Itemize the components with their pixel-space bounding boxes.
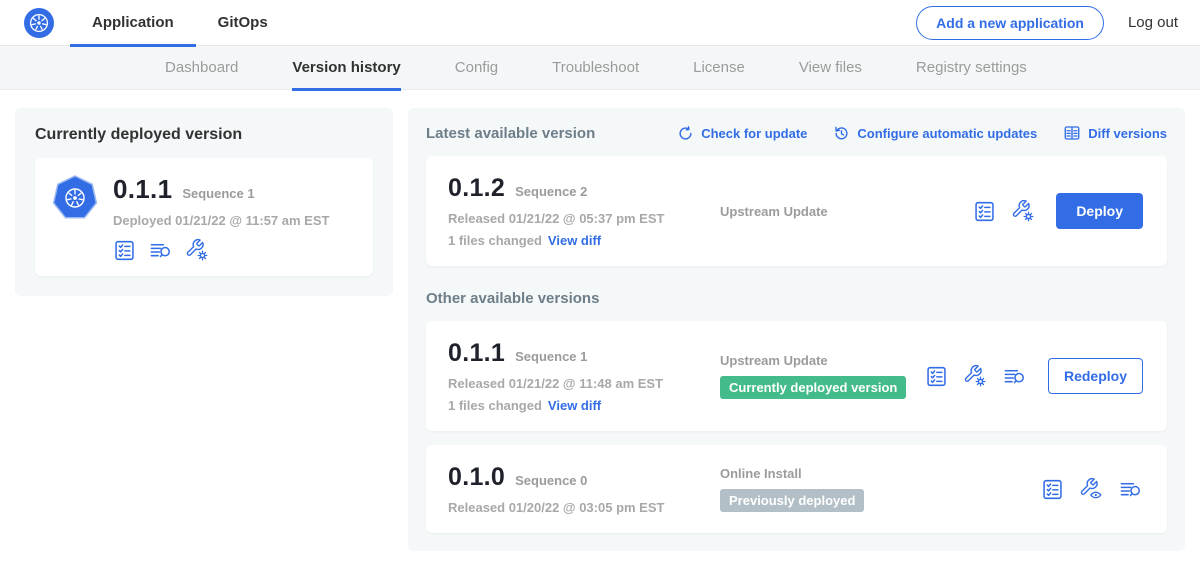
currently-deployed-title: Currently deployed version	[35, 126, 373, 144]
refresh-icon	[677, 125, 694, 142]
currently-deployed-badge: Currently deployed version	[720, 376, 906, 399]
edit-config-icon[interactable]	[1011, 199, 1035, 223]
released-timestamp: Released 01/20/22 @ 03:05 pm EST	[448, 500, 698, 515]
view-diff-link[interactable]: View diff	[548, 233, 601, 248]
sequence-label: Sequence 0	[515, 473, 587, 488]
logout-button[interactable]: Log out	[1128, 14, 1178, 31]
version-history-panel: Latest available version Check for updat…	[408, 108, 1185, 551]
released-timestamp: Released 01/21/22 @ 05:37 pm EST	[448, 211, 698, 226]
diff-icon	[1063, 124, 1081, 142]
subnav-registry-settings[interactable]: Registry settings	[916, 46, 1027, 90]
other-versions-title: Other available versions	[426, 290, 1167, 307]
deployed-version-number: 0.1.1	[113, 174, 172, 205]
preflight-checks-icon[interactable]	[925, 365, 948, 388]
preflight-checks-icon[interactable]	[113, 239, 136, 262]
add-application-button[interactable]: Add a new application	[916, 6, 1104, 40]
currently-deployed-panel: Currently deployed version 0.	[15, 108, 393, 296]
subnav-license[interactable]: License	[693, 46, 745, 90]
sequence-label: Sequence 1	[515, 349, 587, 364]
app-subnav: Dashboard Version history Config Trouble…	[0, 46, 1200, 90]
schedule-icon	[833, 125, 850, 142]
redeploy-button[interactable]: Redeploy	[1048, 358, 1143, 394]
version-source: Online Install	[720, 466, 1041, 481]
subnav-troubleshoot[interactable]: Troubleshoot	[552, 46, 639, 90]
files-changed: 1 files changedView diff	[448, 233, 698, 248]
preflight-checks-icon[interactable]	[973, 200, 996, 223]
check-for-update-link[interactable]: Check for update	[677, 125, 807, 142]
deploy-logs-icon[interactable]	[1118, 478, 1143, 501]
subnav-config[interactable]: Config	[455, 46, 498, 90]
subnav-dashboard[interactable]: Dashboard	[165, 46, 238, 90]
configure-updates-link[interactable]: Configure automatic updates	[833, 125, 1037, 142]
version-number: 0.1.1	[448, 339, 505, 368]
top-tabs: Application GitOps	[70, 0, 290, 46]
deploy-logs-icon[interactable]	[148, 239, 173, 262]
preflight-checks-icon[interactable]	[1041, 478, 1064, 501]
version-number: 0.1.0	[448, 463, 505, 492]
latest-version-title: Latest available version	[426, 125, 595, 142]
edit-config-icon[interactable]	[963, 364, 987, 388]
version-number: 0.1.2	[448, 174, 505, 203]
previously-deployed-badge: Previously deployed	[720, 489, 864, 512]
subnav-version-history[interactable]: Version history	[292, 46, 400, 90]
deployed-timestamp: Deployed 01/21/22 @ 11:57 am EST	[113, 213, 329, 228]
view-diff-link[interactable]: View diff	[548, 398, 601, 413]
diff-versions-link[interactable]: Diff versions	[1063, 124, 1167, 142]
subnav-view-files[interactable]: View files	[799, 46, 862, 90]
deployed-sequence-label: Sequence 1	[182, 186, 254, 201]
tab-gitops[interactable]: GitOps	[196, 0, 290, 46]
top-nav-bar: Application GitOps Add a new application…	[0, 0, 1200, 46]
kubernetes-logo-icon	[24, 8, 54, 38]
version-source: Upstream Update	[720, 353, 925, 368]
deploy-button[interactable]: Deploy	[1056, 193, 1143, 229]
sequence-label: Sequence 2	[515, 184, 587, 199]
files-changed: 1 files changedView diff	[448, 398, 698, 413]
released-timestamp: Released 01/21/22 @ 11:48 am EST	[448, 376, 698, 391]
view-config-icon[interactable]	[1079, 477, 1103, 501]
version-card-0-1-1: 0.1.1 Sequence 1 Released 01/21/22 @ 11:…	[426, 321, 1167, 431]
deployed-version-card: 0.1.1 Sequence 1 Deployed 01/21/22 @ 11:…	[35, 158, 373, 276]
main-content: Currently deployed version 0.	[0, 90, 1200, 551]
version-card-0-1-0: 0.1.0 Sequence 0 Released 01/20/22 @ 03:…	[426, 445, 1167, 533]
tab-application[interactable]: Application	[70, 0, 196, 46]
edit-config-icon[interactable]	[185, 238, 209, 262]
version-card-latest: 0.1.2 Sequence 2 Released 01/21/22 @ 05:…	[426, 156, 1167, 266]
deploy-logs-icon[interactable]	[1002, 365, 1027, 388]
app-logo-icon	[51, 174, 99, 222]
top-bar-right: Add a new application Log out	[916, 6, 1178, 40]
version-source: Upstream Update	[720, 204, 973, 219]
